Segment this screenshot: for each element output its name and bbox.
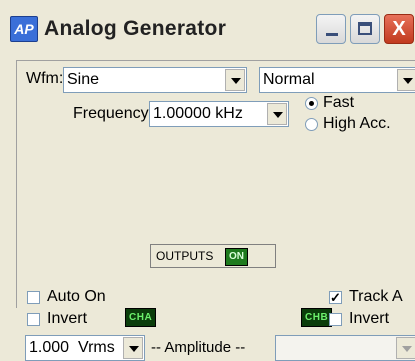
generator-panel: Wfm: Sine Normal Frequency: 1.00000 kHz …: [16, 60, 415, 361]
app-icon: AP: [10, 16, 38, 42]
amplitude-label: -- Amplitude --: [151, 339, 246, 356]
invert-a-checkbox[interactable]: [27, 313, 40, 326]
title-bar[interactable]: AP Analog Generator X: [0, 0, 415, 60]
close-icon: X: [392, 18, 406, 40]
window-title: Analog Generator: [44, 17, 227, 40]
outputs-control[interactable]: OUTPUTS ON: [150, 244, 276, 268]
high-accuracy-label: High Acc.: [323, 115, 391, 132]
track-a-label: Track A: [349, 288, 403, 305]
frequency-value: 1.00000 kHz: [153, 105, 243, 122]
amplitude-b-select[interactable]: [275, 335, 415, 361]
auto-on-checkbox[interactable]: [27, 291, 40, 304]
frequency-input[interactable]: 1.00000 kHz: [149, 101, 289, 127]
minimize-button[interactable]: [316, 14, 346, 44]
waveform-mode-select[interactable]: Normal: [259, 67, 415, 93]
chevron-down-icon[interactable]: [396, 337, 415, 359]
auto-on-label: Auto On: [47, 288, 106, 305]
waveform-mode-value: Normal: [263, 71, 315, 88]
amplitude-unit: Vrms: [78, 339, 115, 356]
maximize-icon: [358, 22, 372, 35]
invert-b-label: Invert: [349, 310, 390, 327]
invert-a-label: Invert: [47, 310, 88, 327]
channel-a-badge: CHA: [125, 308, 157, 327]
chevron-down-icon[interactable]: [267, 103, 287, 125]
chevron-down-icon[interactable]: [225, 69, 245, 91]
minimize-icon: [326, 33, 338, 36]
track-a-checkbox[interactable]: ✓: [329, 291, 342, 304]
amplitude-input[interactable]: 1.000 Vrms: [25, 335, 145, 361]
waveform-select[interactable]: Sine: [63, 67, 247, 93]
fast-label: Fast: [323, 94, 355, 111]
high-accuracy-radio[interactable]: [305, 118, 318, 131]
outputs-label: OUTPUTS: [156, 249, 214, 263]
maximize-button[interactable]: [350, 14, 380, 44]
amplitude-value: 1.000: [29, 339, 70, 356]
chevron-down-icon[interactable]: [123, 337, 143, 359]
waveform-label: Wfm:: [26, 70, 64, 87]
waveform-value: Sine: [67, 71, 100, 88]
fast-radio[interactable]: [305, 97, 318, 110]
chevron-down-icon[interactable]: [397, 69, 415, 91]
channel-b-badge: CHB: [301, 308, 333, 327]
frequency-label: Frequency:: [73, 105, 154, 122]
outputs-on-badge[interactable]: ON: [225, 248, 248, 266]
close-button[interactable]: X: [384, 14, 414, 44]
invert-b-checkbox[interactable]: [329, 313, 342, 326]
